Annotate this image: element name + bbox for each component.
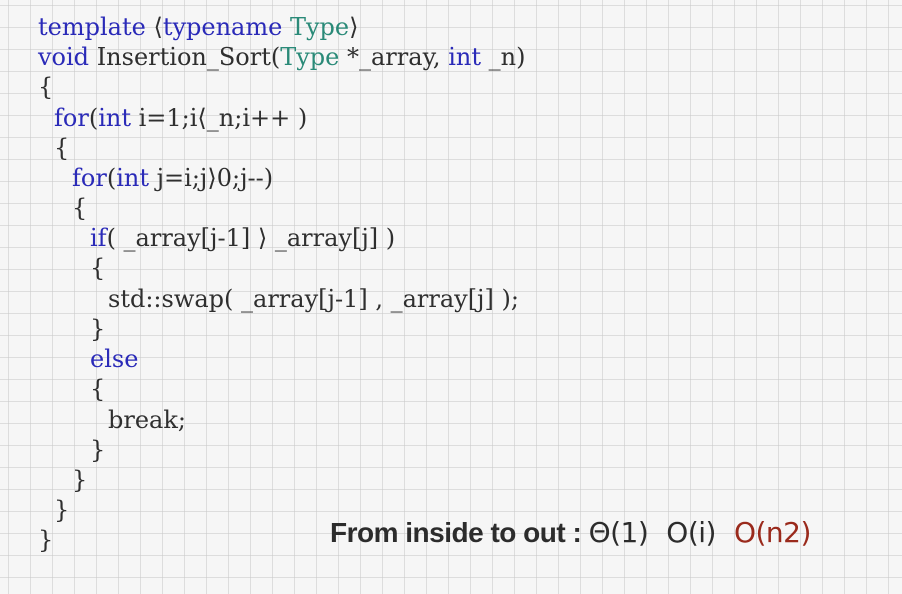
- code-line-16: }: [72, 466, 88, 494]
- complexity-o-i: O(i): [666, 516, 716, 549]
- code-line-13: {: [90, 375, 106, 403]
- param-array: *_array,: [347, 43, 449, 71]
- loop-condition: i=1;i⟨_n;i++ ): [130, 104, 308, 132]
- param-type: Type: [280, 43, 340, 71]
- code-line-14: break;: [108, 406, 186, 434]
- angle-open: ⟨: [153, 13, 163, 41]
- keyword-int: int: [98, 104, 131, 132]
- code-line-18: }: [38, 526, 54, 554]
- code-line-17: }: [54, 496, 70, 524]
- complexity-o-n2: O(n2): [733, 516, 811, 549]
- paren: (: [88, 104, 99, 132]
- param-n: _n): [480, 43, 526, 71]
- code-line-5: {: [54, 134, 70, 162]
- code-line-11: }: [90, 315, 106, 343]
- code-line-6: for(int j=i;j⟩0;j--): [72, 163, 273, 193]
- function-name: Insertion_Sort(: [96, 43, 281, 71]
- type-name: Type: [289, 13, 350, 41]
- keyword-for-outer: for: [54, 104, 89, 132]
- keyword-for-inner: for: [72, 164, 107, 192]
- code-line-10: std::swap( _array[j-1] , _array[j] );: [108, 285, 519, 313]
- complexity-label: From inside to out :: [330, 517, 582, 548]
- keyword-else: else: [90, 345, 139, 373]
- code-line-8: if( _array[j-1] ⟩ _array[j] ): [90, 223, 395, 253]
- code-line-3: {: [38, 73, 54, 101]
- code-line-15: }: [90, 436, 106, 464]
- keyword-typename: typename: [162, 13, 283, 41]
- angle-close: ⟩: [349, 13, 359, 41]
- code-line-7: {: [72, 194, 88, 222]
- paren: (: [106, 164, 117, 192]
- keyword-template: template: [38, 13, 146, 41]
- complexity-summary: From inside to out : Θ(1) O(i) O(n2): [330, 516, 811, 549]
- code-line-2: void Insertion_Sort(Type *_array, int _n…: [38, 42, 525, 72]
- if-condition: ( _array[j-1] ⟩ _array[j] ): [106, 224, 396, 252]
- code-line-9: {: [90, 254, 106, 282]
- complexity-theta: Θ(1): [588, 516, 649, 549]
- code-line-4: for(int i=1;i⟨_n;i++ ): [54, 103, 307, 133]
- keyword-void: void: [38, 43, 90, 71]
- keyword-int: int: [448, 43, 481, 71]
- code-line-12: else: [90, 344, 138, 374]
- code-line-1: template ⟨typename Type⟩: [38, 12, 358, 42]
- keyword-int: int: [116, 164, 149, 192]
- loop-condition: j=i;j⟩0;j--): [148, 164, 274, 192]
- keyword-if: if: [90, 224, 107, 252]
